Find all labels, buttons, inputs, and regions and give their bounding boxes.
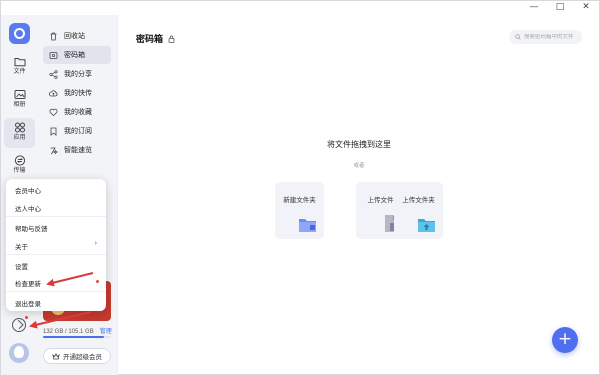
sidebar-item-label: 智能速览 [64,147,92,154]
sidebar-item-label: 我的快传 [64,90,92,97]
apps-icon [14,122,25,133]
minimize-button[interactable]: — [521,1,547,15]
search-icon [515,34,521,40]
drop-zone-title: 将文件拖拽到这里 [327,140,391,149]
check-update-badge [96,280,99,283]
safe-icon [49,51,58,59]
lock-icon[interactable] [168,35,175,43]
search-input[interactable] [524,34,582,40]
sidebar-item-quick-transfer[interactable]: 我的快传 [43,84,111,102]
menu-divider [6,291,106,292]
search-box[interactable] [509,30,582,44]
sidebar-item-recycle-bin[interactable]: 回收站 [43,27,111,45]
new-folder-icon [299,219,316,232]
rail-label-files: 文件 [13,69,26,75]
rail-item-transfer[interactable]: 传输 [4,151,35,181]
sidebar-item-label: 我的分享 [64,71,92,78]
storage-manage-link[interactable]: 管理 [100,329,112,335]
rail-item-files[interactable]: 文件 [4,52,35,82]
rail-label-transfer: 传输 [13,168,26,174]
storage-bar-fill [43,336,105,338]
storage-bar [43,336,111,338]
trash-icon [50,32,57,40]
upload-folder-card[interactable]: 上传文件夹 [394,182,443,239]
share-icon [49,69,58,79]
chevron-right-icon: › [94,240,97,247]
sidebar-item-label: 我的收藏 [64,109,92,116]
close-button[interactable]: ✕ [573,1,599,15]
menu-item-about[interactable]: 关于 [15,241,28,251]
menu-item-expert-center[interactable]: 达人中心 [15,203,41,213]
rail-item-apps[interactable]: 应用 [4,118,35,148]
app-window: — □ ✕ 文件 相册 应用 传输 s 回收站 密码箱 [0,0,600,375]
maximize-button[interactable]: □ [547,1,573,15]
app-logo-icon [9,23,30,44]
sidebar-item-subscriptions[interactable]: 我的订阅 [43,122,111,140]
settings-menu-button[interactable] [12,318,26,332]
rail-item-photos[interactable]: 相册 [4,85,35,115]
menu-item-check-update[interactable]: 检查更新 [15,278,41,288]
drop-zone-or: 或者 [353,163,365,169]
main-content: 密码箱 将文件拖拽到这里 或者 新建文件夹 上传文件 上传文件夹 + [119,15,599,374]
sidebar-item-label: 回收站 [64,33,85,40]
new-folder-card[interactable]: 新建文件夹 [275,182,324,239]
menu-divider [6,216,106,217]
card-label: 新建文件夹 [283,197,316,204]
storage-info: 132 GB / 105.1 GB 管理 [43,326,112,335]
menu-divider [6,254,106,255]
sidebar-item-label: 我的订阅 [64,128,92,135]
add-fab-button[interactable]: + [552,327,578,353]
window-controls: — □ ✕ [521,1,599,15]
cloud-upload-icon [49,89,58,96]
sidebar-item-smart-preview[interactable]: 智能速览 [43,141,111,159]
upload-folder-icon [418,219,435,232]
open-vip-label: 开通超级会员 [63,354,102,361]
sidebar-item-password-box[interactable]: 密码箱 [43,46,111,64]
sparkle-icon [50,147,58,154]
storage-text: 132 GB / 105.1 GB [43,329,94,335]
bookmark-icon [50,127,57,136]
avatar[interactable] [9,343,29,363]
sidebar-item-label: 密码箱 [64,52,85,59]
menu-item-vip-center[interactable]: 会员中心 [15,185,41,195]
folder-icon [14,58,25,67]
page-title-row: 密码箱 [136,32,175,45]
transfer-icon [14,155,25,166]
update-badge [25,316,28,319]
rail-label-photos: 相册 [13,102,26,108]
heart-icon [49,108,58,116]
sidebar-item-my-shares[interactable]: 我的分享 [43,65,111,83]
menu-item-settings[interactable]: 设置 [15,261,28,271]
photo-icon [14,90,25,99]
card-label: 上传文件夹 [402,197,435,204]
menu-item-logout[interactable]: 退出登录 [15,298,41,308]
settings-popup-menu: 会员中心 达人中心 帮助与反馈 关于 › 设置 检查更新 退出登录 [6,179,106,311]
sidebar-item-favorites[interactable]: 我的收藏 [43,103,111,121]
page-title: 密码箱 [136,34,164,44]
rail-label-apps: 应用 [13,135,26,141]
crown-icon [52,352,60,359]
open-vip-button[interactable]: 开通超级会员 [43,348,111,364]
menu-item-help-feedback[interactable]: 帮助与反馈 [15,223,48,233]
